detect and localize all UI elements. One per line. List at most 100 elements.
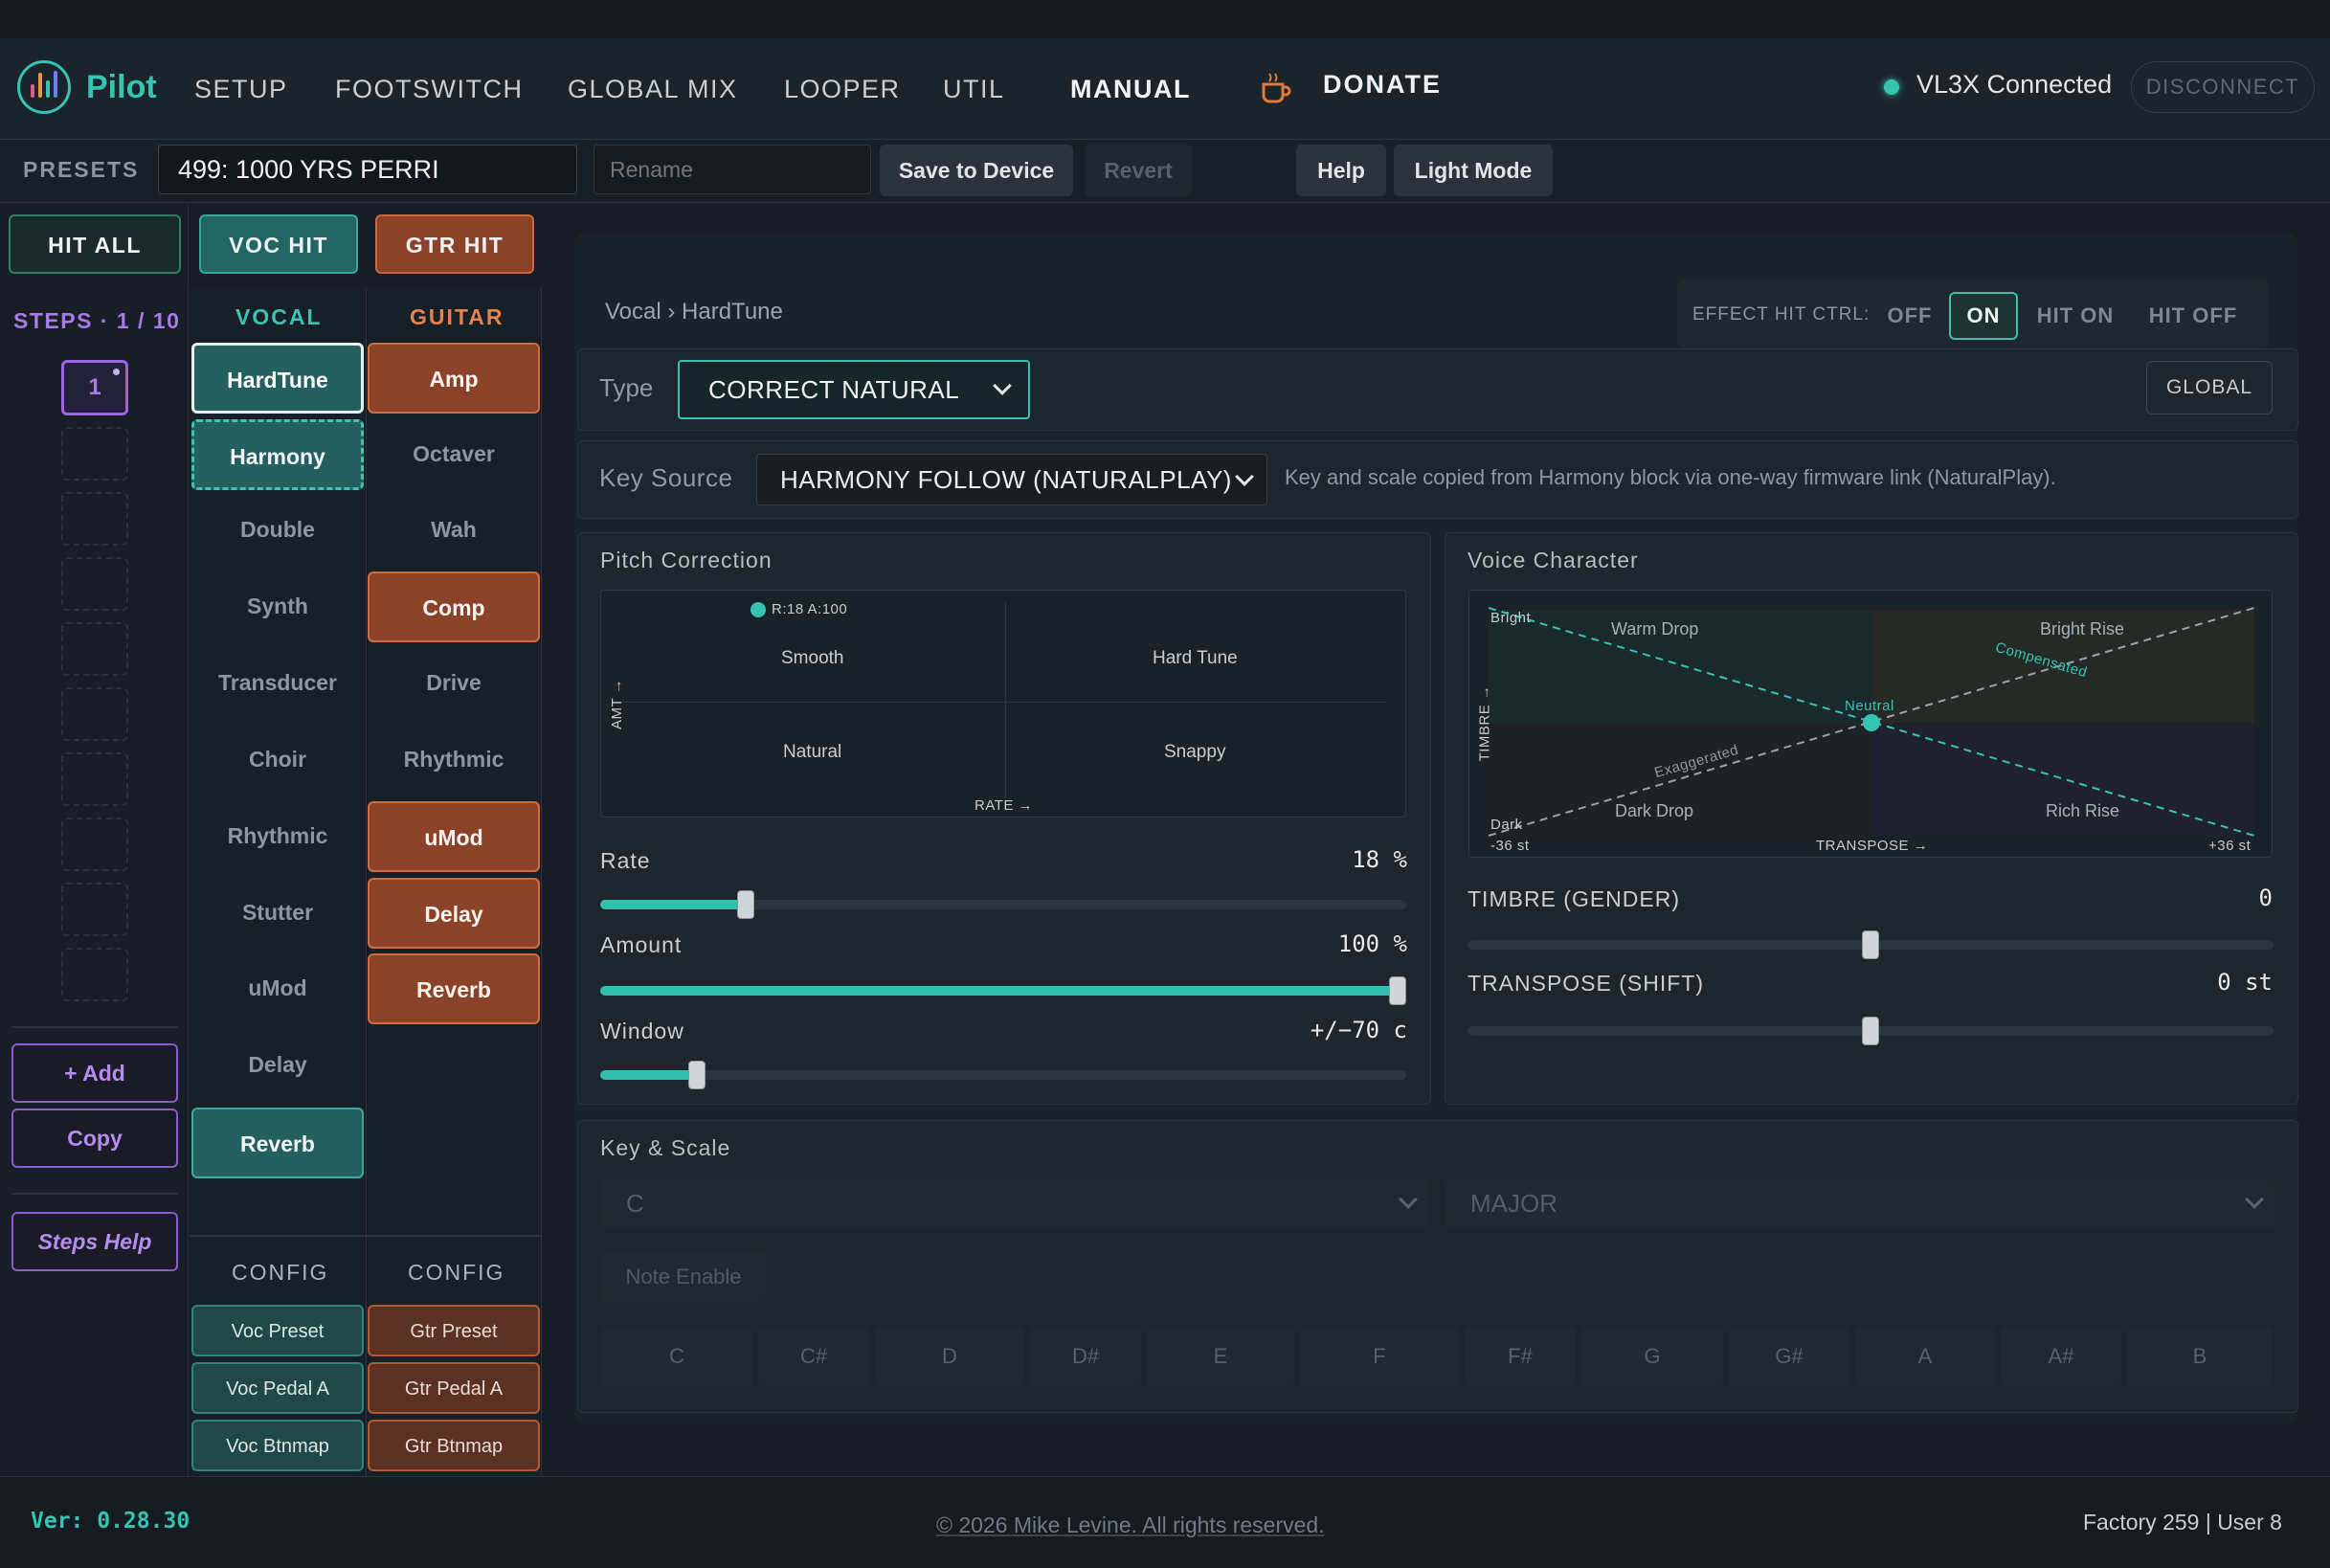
nav-looper[interactable]: LOOPER: [784, 70, 901, 108]
window-slider[interactable]: [600, 1061, 1406, 1089]
vocal-block-choir[interactable]: Choir: [191, 725, 364, 795]
gtr-hit-button[interactable]: GTR HIT: [375, 214, 534, 274]
nav-util[interactable]: UTIL: [943, 70, 1005, 108]
step-slot-empty[interactable]: [61, 818, 128, 871]
guitar-block-umod[interactable]: uMod: [368, 801, 540, 872]
nav-manual[interactable]: MANUAL: [1070, 70, 1191, 108]
note-d-sharp[interactable]: D#: [1030, 1327, 1141, 1386]
guitar-block-comp[interactable]: Comp: [368, 571, 540, 642]
vocal-block-reverb[interactable]: Reverb: [191, 1108, 364, 1178]
note-c[interactable]: C: [601, 1327, 752, 1386]
hit-all-button[interactable]: HIT ALL: [9, 214, 181, 274]
version-label: Ver: 0.28.30: [31, 1509, 190, 1534]
effect-hit-on[interactable]: ON: [1949, 292, 2018, 340]
revert-button[interactable]: Revert: [1085, 145, 1192, 196]
preset-select[interactable]: 499: 1000 YRS PERRI: [158, 145, 577, 194]
transpose-slider[interactable]: [1467, 1017, 2274, 1045]
light-mode-button[interactable]: Light Mode: [1394, 145, 1553, 196]
voc-pedal-a-button[interactable]: Voc Pedal A: [191, 1362, 364, 1414]
step-slot-empty[interactable]: [61, 492, 128, 546]
pitch-point-handle[interactable]: [751, 602, 766, 617]
guitar-block-octaver[interactable]: Octaver: [368, 419, 540, 490]
timbre-axis-label: TIMBRE →: [1476, 684, 1493, 762]
note-f-sharp[interactable]: F#: [1465, 1327, 1576, 1386]
vocal-block-hardtune[interactable]: HardTune: [191, 343, 364, 414]
vocal-block-delay[interactable]: Delay: [191, 1030, 364, 1101]
note-a[interactable]: A: [1855, 1327, 1995, 1386]
gtr-preset-button[interactable]: Gtr Preset: [368, 1305, 540, 1356]
note-g-sharp[interactable]: G#: [1729, 1327, 1849, 1386]
vocal-block-harmony[interactable]: Harmony: [191, 419, 364, 490]
guitar-block-rhythmic[interactable]: Rhythmic: [368, 725, 540, 795]
disconnect-button[interactable]: DISCONNECT: [2131, 61, 2315, 113]
step-slot-empty[interactable]: [61, 752, 128, 806]
step-slot-empty[interactable]: [61, 948, 128, 1001]
gtr-pedal-a-button[interactable]: Gtr Pedal A: [368, 1362, 540, 1414]
type-select[interactable]: CORRECT NATURAL: [678, 360, 1030, 419]
rate-slider[interactable]: [600, 890, 1406, 919]
voc-preset-button[interactable]: Voc Preset: [191, 1305, 364, 1356]
note-a-sharp[interactable]: A#: [2001, 1327, 2121, 1386]
guitar-block-reverb[interactable]: Reverb: [368, 953, 540, 1024]
step-slot-empty[interactable]: [61, 883, 128, 936]
note-enable-button[interactable]: Note Enable: [601, 1252, 766, 1302]
note-g[interactable]: G: [1581, 1327, 1723, 1386]
effect-hit-off[interactable]: OFF: [1876, 292, 1943, 340]
donate-link[interactable]: DONATE: [1323, 70, 1442, 100]
copy-step-button[interactable]: Copy: [11, 1109, 178, 1168]
slider-thumb[interactable]: [688, 1061, 706, 1089]
coffee-cup-icon[interactable]: [1260, 71, 1292, 105]
nav-global-mix[interactable]: GLOBAL MIX: [568, 70, 738, 108]
guitar-block-delay[interactable]: Delay: [368, 878, 540, 949]
voc-hit-button[interactable]: VOC HIT: [199, 214, 358, 274]
steps-help-button[interactable]: Steps Help: [11, 1212, 178, 1271]
top-strip: [0, 0, 2330, 38]
note-b[interactable]: B: [2127, 1327, 2273, 1386]
amount-slider[interactable]: [600, 976, 1406, 1005]
timbre-value: 0: [2258, 885, 2273, 911]
step-slot-empty[interactable]: [61, 427, 128, 481]
slider-thumb[interactable]: [1389, 976, 1406, 1005]
slider-thumb[interactable]: [737, 890, 754, 919]
guitar-block-amp[interactable]: Amp: [368, 343, 540, 414]
nav-footswitch[interactable]: FOOTSWITCH: [335, 70, 523, 108]
step-slot-1[interactable]: 1: [61, 360, 128, 415]
voc-btnmap-button[interactable]: Voc Btnmap: [191, 1420, 364, 1471]
slider-thumb[interactable]: [1862, 930, 1879, 959]
guitar-block-wah[interactable]: Wah: [368, 495, 540, 566]
save-to-device-button[interactable]: Save to Device: [880, 145, 1073, 196]
effect-hit-hit-off[interactable]: HIT OFF: [2137, 292, 2250, 340]
vocal-block-umod[interactable]: uMod: [191, 953, 364, 1024]
pitch-correction-xy-pad[interactable]: R:18 A:100 Smooth Hard Tune Natural Snap…: [600, 590, 1406, 818]
guitar-block-drive[interactable]: Drive: [368, 648, 540, 719]
guitar-config-title: CONFIG: [408, 1260, 505, 1285]
vocal-block-double[interactable]: Double: [191, 495, 364, 566]
help-button[interactable]: Help: [1296, 145, 1386, 196]
note-e[interactable]: E: [1147, 1327, 1294, 1386]
add-step-button[interactable]: + Add: [11, 1043, 178, 1103]
note-d[interactable]: D: [875, 1327, 1024, 1386]
scale-select[interactable]: MAJOR: [1445, 1179, 2274, 1227]
note-c-sharp[interactable]: C#: [758, 1327, 869, 1386]
copyright-link[interactable]: © 2026 Mike Levine. All rights reserved.: [936, 1512, 1325, 1538]
timbre-slider[interactable]: [1467, 930, 2274, 959]
note-f[interactable]: F: [1300, 1327, 1459, 1386]
nav-setup[interactable]: SETUP: [194, 70, 288, 108]
vocal-block-stutter[interactable]: Stutter: [191, 878, 364, 949]
step-slot-empty[interactable]: [61, 622, 128, 676]
effect-hit-hit-on[interactable]: HIT ON: [2026, 292, 2125, 340]
voice-point-handle[interactable]: [1863, 714, 1880, 731]
key-select[interactable]: C: [601, 1179, 1428, 1227]
vocal-block-synth[interactable]: Synth: [191, 571, 364, 642]
amount-axis-label: AMT →: [609, 678, 626, 730]
voice-character-xy-pad[interactable]: Bright Dark Warm Drop Bright Rise Dark D…: [1468, 590, 2273, 858]
step-slot-empty[interactable]: [61, 557, 128, 611]
global-button[interactable]: GLOBAL: [2146, 361, 2273, 414]
rename-input[interactable]: [594, 145, 871, 194]
vocal-block-transducer[interactable]: Transducer: [191, 648, 364, 719]
vocal-block-rhythmic[interactable]: Rhythmic: [191, 801, 364, 872]
key-source-select[interactable]: HARMONY FOLLOW (NATURALPLAY): [756, 454, 1267, 505]
gtr-btnmap-button[interactable]: Gtr Btnmap: [368, 1420, 540, 1471]
step-slot-empty[interactable]: [61, 687, 128, 741]
slider-thumb[interactable]: [1862, 1017, 1879, 1045]
